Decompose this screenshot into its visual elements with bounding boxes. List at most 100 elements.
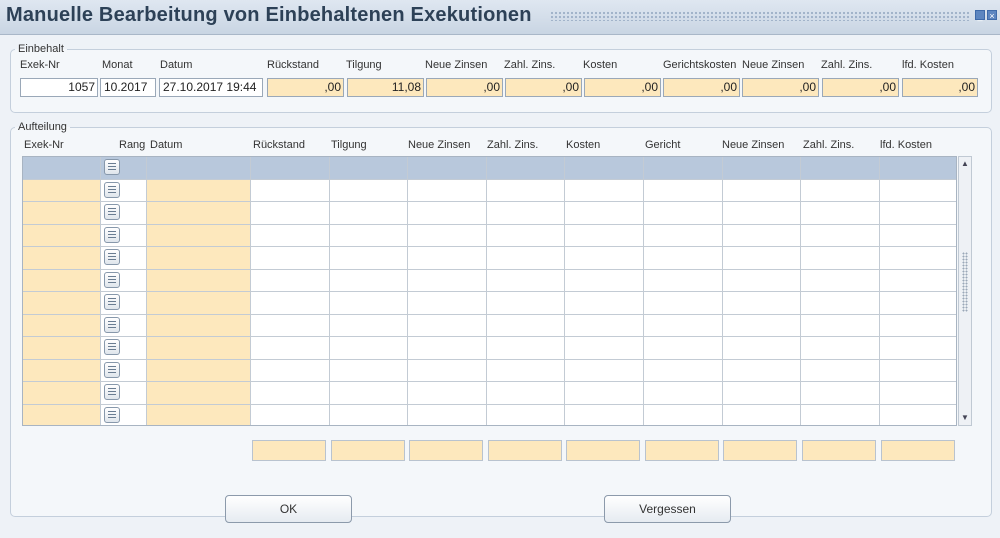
cell-lfd-kosten[interactable] [880, 404, 956, 425]
cell-neue-zinsen-2[interactable] [723, 202, 801, 224]
cell-rueckstand[interactable] [251, 337, 330, 359]
cell-neue-zinsen-2[interactable] [723, 224, 801, 246]
cell-kosten[interactable] [565, 202, 644, 224]
cell-neue-zinsen[interactable] [408, 359, 487, 381]
cell-datum[interactable] [147, 179, 251, 201]
cell-zahl-zins[interactable] [487, 202, 565, 224]
cell-exek-nr[interactable] [23, 404, 101, 425]
cell-lfd-kosten[interactable] [880, 382, 956, 404]
cell-zahl-zins-2[interactable] [801, 179, 880, 201]
cell-neue-zinsen[interactable] [408, 202, 487, 224]
cell-datum[interactable] [147, 157, 251, 179]
cell-datum[interactable] [147, 202, 251, 224]
cell-neue-zinsen[interactable] [408, 247, 487, 269]
cell-gericht[interactable] [644, 359, 723, 381]
kosten-field[interactable]: ,00 [584, 78, 661, 97]
lfd-kosten-field[interactable]: ,00 [902, 78, 978, 97]
list-icon[interactable] [104, 249, 120, 265]
cell-neue-zinsen[interactable] [408, 269, 487, 291]
zahl-zins-field[interactable]: ,00 [505, 78, 582, 97]
cell-rueckstand[interactable] [251, 224, 330, 246]
gerichtskosten-field[interactable]: ,00 [663, 78, 740, 97]
cell-gericht[interactable] [644, 179, 723, 201]
cell-datum[interactable] [147, 404, 251, 425]
cell-kosten[interactable] [565, 247, 644, 269]
cell-gericht[interactable] [644, 269, 723, 291]
cell-lfd-kosten[interactable] [880, 314, 956, 336]
cell-exek-nr[interactable] [23, 179, 101, 201]
cell-tilgung[interactable] [330, 224, 408, 246]
cell-rang[interactable] [101, 157, 147, 179]
cell-datum[interactable] [147, 382, 251, 404]
cell-zahl-zins[interactable] [487, 269, 565, 291]
cell-neue-zinsen-2[interactable] [723, 269, 801, 291]
cell-zahl-zins[interactable] [487, 179, 565, 201]
cell-gericht[interactable] [644, 224, 723, 246]
cell-rueckstand[interactable] [251, 247, 330, 269]
cell-lfd-kosten[interactable] [880, 179, 956, 201]
monat-field[interactable]: 10.2017 [100, 78, 156, 97]
table-row[interactable] [23, 269, 956, 292]
tilgung-field[interactable]: 11,08 [347, 78, 424, 97]
table-row[interactable] [23, 382, 956, 405]
cell-rang[interactable] [101, 202, 147, 224]
table-row[interactable] [23, 292, 956, 315]
cell-lfd-kosten[interactable] [880, 157, 956, 179]
cell-zahl-zins-2[interactable] [801, 202, 880, 224]
datum-field[interactable]: 27.10.2017 19:44 [159, 78, 263, 97]
cell-neue-zinsen[interactable] [408, 404, 487, 425]
cell-rueckstand[interactable] [251, 382, 330, 404]
cell-rang[interactable] [101, 269, 147, 291]
cell-kosten[interactable] [565, 292, 644, 314]
cell-tilgung[interactable] [330, 337, 408, 359]
cell-rueckstand[interactable] [251, 202, 330, 224]
cell-lfd-kosten[interactable] [880, 337, 956, 359]
cell-zahl-zins-2[interactable] [801, 382, 880, 404]
cell-zahl-zins-2[interactable] [801, 224, 880, 246]
cell-lfd-kosten[interactable] [880, 224, 956, 246]
cell-datum[interactable] [147, 314, 251, 336]
cell-rueckstand[interactable] [251, 314, 330, 336]
cell-exek-nr[interactable] [23, 157, 101, 179]
cell-neue-zinsen[interactable] [408, 292, 487, 314]
list-icon[interactable] [104, 339, 120, 355]
cell-zahl-zins-2[interactable] [801, 247, 880, 269]
scroll-grip[interactable] [962, 252, 968, 312]
cell-kosten[interactable] [565, 157, 644, 179]
cell-zahl-zins[interactable] [487, 292, 565, 314]
table-row[interactable] [23, 247, 956, 270]
cell-lfd-kosten[interactable] [880, 247, 956, 269]
table-row[interactable] [23, 359, 956, 382]
cell-gericht[interactable] [644, 314, 723, 336]
list-icon[interactable] [104, 181, 120, 198]
cell-rang[interactable] [101, 382, 147, 404]
cell-neue-zinsen-2[interactable] [723, 247, 801, 269]
cell-neue-zinsen-2[interactable] [723, 404, 801, 425]
cell-neue-zinsen-2[interactable] [723, 292, 801, 314]
list-icon[interactable] [104, 204, 120, 220]
cell-lfd-kosten[interactable] [880, 269, 956, 291]
cell-kosten[interactable] [565, 359, 644, 381]
cell-rang[interactable] [101, 179, 147, 201]
cell-zahl-zins[interactable] [487, 224, 565, 246]
cell-neue-zinsen-2[interactable] [723, 359, 801, 381]
list-icon[interactable] [104, 406, 120, 423]
cell-zahl-zins-2[interactable] [801, 269, 880, 291]
cell-tilgung[interactable] [330, 269, 408, 291]
table-row[interactable] [23, 202, 956, 225]
table-row[interactable] [23, 179, 956, 202]
cell-tilgung[interactable] [330, 314, 408, 336]
cell-neue-zinsen[interactable] [408, 337, 487, 359]
list-icon[interactable] [104, 361, 120, 378]
cell-gericht[interactable] [644, 292, 723, 314]
cell-exek-nr[interactable] [23, 202, 101, 224]
table-row[interactable] [23, 337, 956, 360]
list-icon[interactable] [104, 226, 120, 243]
cell-kosten[interactable] [565, 382, 644, 404]
neue-zinsen-2-field[interactable]: ,00 [742, 78, 819, 97]
cell-datum[interactable] [147, 337, 251, 359]
cell-rueckstand[interactable] [251, 269, 330, 291]
vergessen-button[interactable]: Vergessen [604, 495, 731, 523]
cell-gericht[interactable] [644, 202, 723, 224]
cell-exek-nr[interactable] [23, 269, 101, 291]
